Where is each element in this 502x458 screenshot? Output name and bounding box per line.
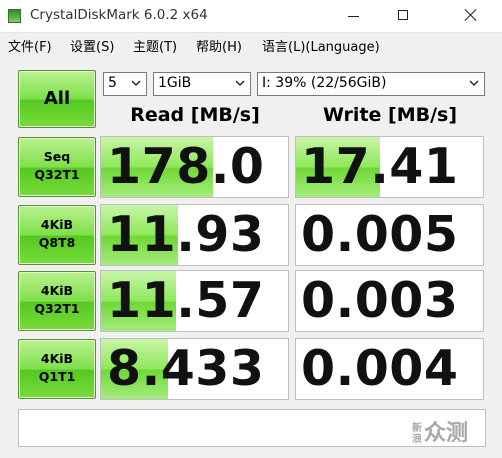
drive-select[interactable]: I: 39% (22/56GiB) bbox=[257, 72, 485, 96]
write-result-4kib-q8t8: 0.005 bbox=[295, 204, 484, 266]
test-4kib-q32t1-button[interactable]: 4KiB Q32T1 bbox=[18, 271, 96, 331]
test-label-line2: Q32T1 bbox=[34, 301, 80, 316]
test-count-value: 5 bbox=[108, 75, 117, 91]
test-label-line2: Q32T1 bbox=[34, 167, 80, 182]
menu-help[interactable]: 帮助(H) bbox=[196, 36, 242, 55]
read-value: 8.433 bbox=[107, 340, 265, 397]
window-title: CrystalDiskMark 6.0.2 x64 bbox=[30, 7, 208, 23]
chevron-down-icon bbox=[235, 78, 245, 88]
chevron-down-icon bbox=[469, 78, 479, 88]
write-value: 17.41 bbox=[301, 138, 459, 195]
test-label-line2: Q1T1 bbox=[38, 369, 76, 384]
minimize-button[interactable] bbox=[330, 0, 376, 32]
test-label-line1: Seq bbox=[43, 149, 71, 164]
write-result-4kib-q32t1: 0.003 bbox=[295, 270, 484, 332]
test-count-select[interactable]: 5 bbox=[103, 72, 147, 96]
test-size-select[interactable]: 1GiB bbox=[153, 72, 251, 96]
write-result-4kib-q1t1: 0.004 bbox=[295, 338, 484, 400]
read-result-4kib-q8t8: 11.93 bbox=[100, 204, 289, 266]
close-button[interactable] bbox=[448, 0, 494, 32]
run-all-button[interactable]: All bbox=[18, 70, 96, 128]
chevron-down-icon bbox=[131, 78, 141, 88]
test-4kib-q8t8-button[interactable]: 4KiB Q8T8 bbox=[18, 205, 96, 265]
test-label-line1: 4KiB bbox=[40, 217, 74, 232]
write-value: 0.004 bbox=[301, 340, 459, 397]
write-value: 0.005 bbox=[301, 206, 459, 263]
menu-language[interactable]: 语言(L)(Language) bbox=[262, 36, 380, 55]
close-icon bbox=[465, 9, 477, 21]
title-bar: CrystalDiskMark 6.0.2 x64 bbox=[0, 0, 502, 33]
read-result-4kib-q32t1: 11.57 bbox=[100, 270, 289, 332]
test-size-value: 1GiB bbox=[158, 75, 192, 91]
menu-bar: 文件(F) 设置(S) 主题(T) 帮助(H) 语言(L)(Language) bbox=[0, 33, 502, 57]
test-label-line1: 4KiB bbox=[40, 283, 74, 298]
read-column-header: Read [MB/s] bbox=[130, 104, 260, 126]
test-4kib-q1t1-button[interactable]: 4KiB Q1T1 bbox=[18, 339, 96, 399]
test-seq-q32t1-button[interactable]: Seq Q32T1 bbox=[18, 137, 96, 197]
read-value: 11.57 bbox=[107, 272, 265, 329]
menu-settings[interactable]: 设置(S) bbox=[70, 36, 114, 55]
drive-value: I: 39% (22/56GiB) bbox=[262, 75, 387, 91]
read-value: 178.0 bbox=[107, 138, 265, 195]
write-value: 0.003 bbox=[301, 272, 459, 329]
menu-file[interactable]: 文件(F) bbox=[8, 36, 52, 55]
read-result-4kib-q1t1: 8.433 bbox=[100, 338, 289, 400]
read-result-seq-q32t1: 178.0 bbox=[100, 136, 289, 198]
maximize-button[interactable] bbox=[380, 0, 426, 32]
menu-theme[interactable]: 主题(T) bbox=[133, 36, 177, 55]
app-icon bbox=[8, 9, 21, 23]
write-result-seq-q32t1: 17.41 bbox=[295, 136, 484, 198]
watermark-logo: 新浪众测 bbox=[412, 421, 469, 446]
read-value: 11.93 bbox=[107, 206, 265, 263]
write-column-header: Write [MB/s] bbox=[322, 104, 458, 126]
test-label-line2: Q8T8 bbox=[38, 235, 76, 250]
maximize-icon bbox=[398, 10, 408, 20]
test-label-line1: 4KiB bbox=[40, 351, 74, 366]
minimize-icon bbox=[348, 16, 359, 17]
